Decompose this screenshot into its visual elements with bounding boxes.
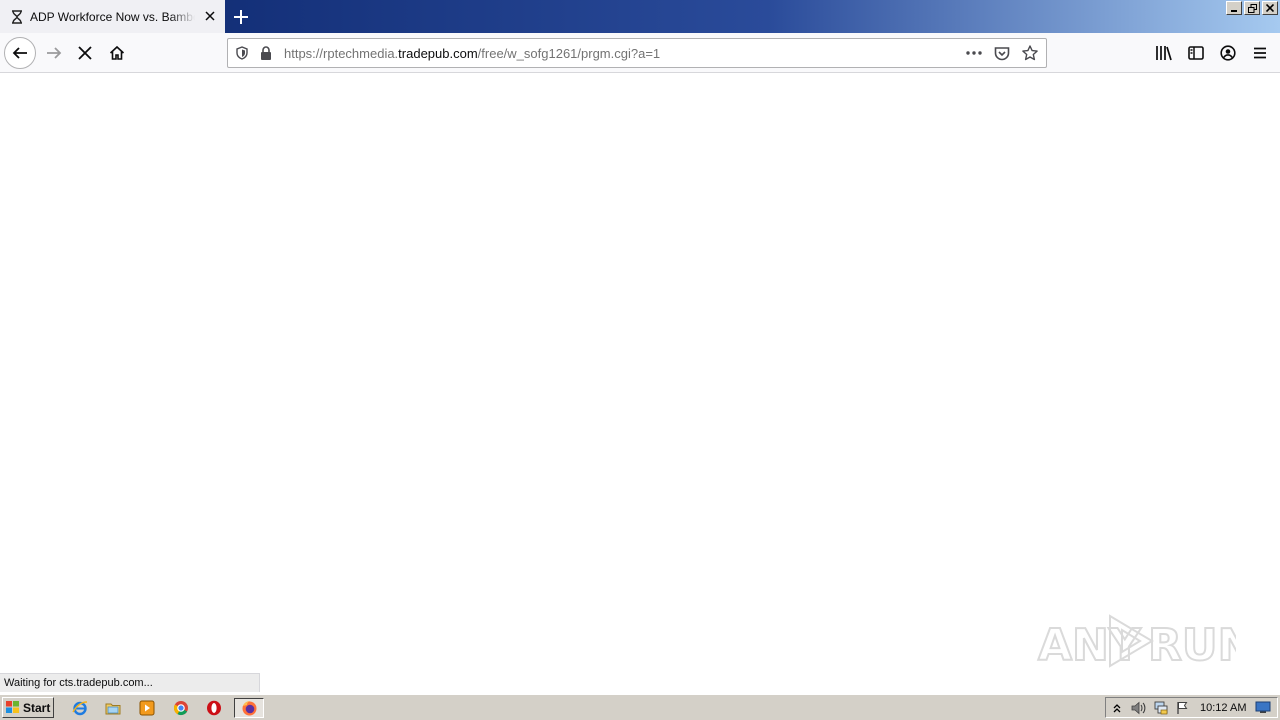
system-tray: 10:12 AM	[1105, 697, 1278, 718]
chrome-icon[interactable]	[170, 698, 192, 718]
address-bar-actions	[962, 39, 1042, 67]
svg-text:RUN: RUN	[1148, 620, 1236, 671]
action-center-flag-icon[interactable]	[1172, 698, 1194, 718]
address-bar[interactable]: https://rptechmedia.tradepub.com/free/w_…	[227, 38, 1047, 68]
back-button[interactable]	[4, 37, 36, 69]
tab-strip: ADP Workforce Now vs. BambooHR	[0, 0, 1280, 33]
show-desktop-icon[interactable]	[1252, 698, 1274, 718]
tracking-shield-icon[interactable]	[230, 39, 254, 67]
browser-tab-active[interactable]: ADP Workforce Now vs. BambooHR	[0, 0, 225, 33]
stop-loading-button[interactable]	[69, 37, 101, 69]
url-domain: tradepub.com	[398, 45, 478, 61]
library-icon[interactable]	[1148, 37, 1180, 69]
volume-icon[interactable]	[1128, 698, 1150, 718]
tab-title: ADP Workforce Now vs. BambooHR	[30, 9, 195, 24]
account-icon[interactable]	[1212, 37, 1244, 69]
taskbar: Start 10:12 AM	[0, 694, 1280, 720]
pocket-icon[interactable]	[990, 39, 1014, 67]
lock-icon[interactable]	[254, 39, 278, 67]
window-controls	[1226, 1, 1278, 15]
home-button[interactable]	[101, 37, 133, 69]
hourglass-icon	[10, 9, 24, 24]
bookmark-star-icon[interactable]	[1018, 39, 1042, 67]
sidebar-icon[interactable]	[1180, 37, 1212, 69]
clock[interactable]: 10:12 AM	[1200, 702, 1246, 714]
url-prefix: https://rptechmedia.	[284, 45, 399, 61]
svg-text:ANY: ANY	[1038, 620, 1142, 671]
url-path: /free/w_sofg1261/prgm.cgi?a=1	[477, 45, 661, 61]
status-bar: Waiting for cts.tradepub.com...	[0, 673, 260, 692]
close-window-button[interactable]	[1262, 1, 1278, 15]
new-tab-button[interactable]	[229, 5, 253, 29]
anyrun-watermark: ANY RUN	[1037, 614, 1236, 672]
url-text[interactable]: https://rptechmedia.tradepub.com/free/w_…	[284, 46, 660, 61]
network-icon[interactable]	[1150, 698, 1172, 718]
media-player-icon[interactable]	[136, 698, 158, 718]
forward-button[interactable]	[38, 37, 70, 69]
folder-icon[interactable]	[102, 698, 124, 718]
close-tab-icon[interactable]	[203, 9, 217, 23]
firefox-icon[interactable]	[234, 698, 264, 718]
minimize-button[interactable]	[1226, 1, 1242, 15]
internet-explorer-icon[interactable]	[69, 698, 91, 718]
navigation-toolbar: https://rptechmedia.tradepub.com/free/w_…	[0, 33, 1280, 73]
page-content[interactable]: ANY RUN Waiting for cts.tradepub.com...	[0, 74, 1280, 692]
toolbar-buttons	[1148, 37, 1276, 69]
show-hidden-icons-chevron-icon[interactable]	[1106, 698, 1128, 718]
start-label: Start	[23, 700, 51, 715]
menu-hamburger-icon[interactable]	[1244, 37, 1276, 69]
opera-icon[interactable]	[203, 698, 225, 718]
start-button[interactable]: Start	[2, 697, 54, 718]
windows-logo-icon	[6, 701, 20, 714]
restore-button[interactable]	[1244, 1, 1260, 15]
page-actions-icon[interactable]	[962, 39, 986, 67]
